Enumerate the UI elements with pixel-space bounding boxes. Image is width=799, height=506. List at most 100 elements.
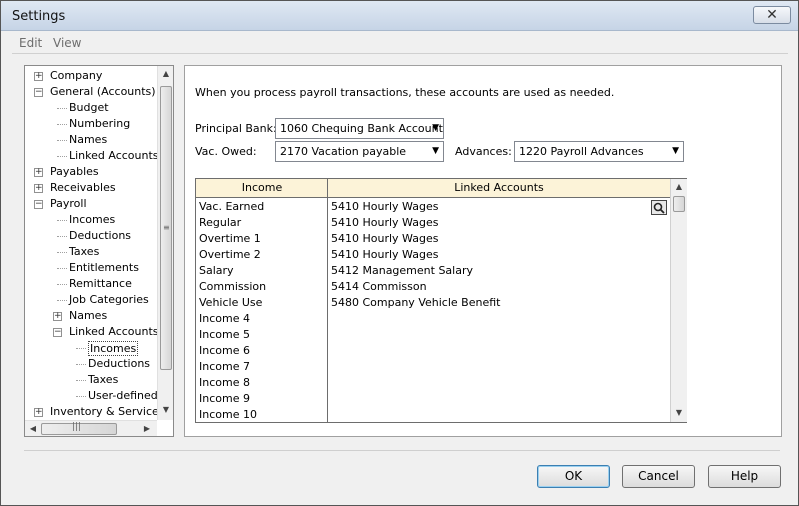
tree-connector: [57, 220, 67, 221]
linked-account-cell[interactable]: 5414 Commisson: [331, 279, 646, 295]
column-divider: [327, 179, 328, 422]
tree-item-label: Deductions: [69, 229, 132, 242]
scroll-right-arrow-icon[interactable]: ▶: [139, 421, 155, 436]
dropdown-arrow-icon: ▼: [672, 146, 679, 156]
tree-connector: [76, 364, 86, 365]
expand-icon[interactable]: +: [34, 72, 43, 81]
collapse-icon[interactable]: −: [34, 88, 43, 97]
scroll-up-arrow-icon[interactable]: ▲: [671, 179, 687, 195]
tree-item[interactable]: Names: [25, 132, 157, 148]
income-cell[interactable]: Vac. Earned: [199, 199, 325, 215]
column-header-linked-accounts[interactable]: Linked Accounts: [328, 179, 670, 198]
tree-item[interactable]: − General (Accounts): [25, 84, 157, 100]
tree-vertical-scrollbar[interactable]: ▲ ≡ ▼: [157, 66, 173, 420]
income-cell[interactable]: Overtime 1: [199, 231, 325, 247]
tree-item-label: Incomes: [69, 213, 116, 226]
linked-account-cell[interactable]: [331, 343, 646, 359]
income-cell[interactable]: Overtime 2: [199, 247, 325, 263]
income-cell[interactable]: Income 7: [199, 359, 325, 375]
tree-item[interactable]: Deductions: [25, 356, 157, 372]
expand-icon[interactable]: +: [34, 408, 43, 417]
tree-horizontal-scrollbar[interactable]: ◀ ||| ▶: [25, 420, 157, 436]
tree-item[interactable]: Incomes: [25, 340, 157, 356]
income-cell[interactable]: Income 10: [199, 407, 325, 423]
close-button[interactable]: ✕: [753, 6, 791, 24]
linked-account-cell[interactable]: [331, 311, 646, 327]
scroll-left-arrow-icon[interactable]: ◀: [25, 421, 41, 436]
menu-edit[interactable]: Edit: [19, 36, 42, 50]
linked-account-cell[interactable]: [331, 375, 646, 391]
tree-item[interactable]: + Company: [25, 68, 157, 84]
income-cell[interactable]: Vehicle Use: [199, 295, 325, 311]
column-header-income[interactable]: Income: [196, 179, 328, 198]
income-cell[interactable]: Income 8: [199, 375, 325, 391]
tree-item[interactable]: Entitlements: [25, 260, 157, 276]
tree-item-label: Taxes: [88, 373, 119, 386]
principal-bank-label: Principal Bank:: [195, 122, 277, 135]
tree-item[interactable]: + Inventory & Services: [25, 404, 165, 420]
linked-account-cell[interactable]: 5480 Company Vehicle Benefit: [331, 295, 646, 311]
collapse-icon[interactable]: −: [53, 328, 62, 337]
tree-connector: [57, 124, 67, 125]
tree-item[interactable]: Remittance: [25, 276, 157, 292]
tree-item[interactable]: − Payroll: [25, 196, 157, 212]
ok-button[interactable]: OK: [537, 465, 610, 488]
linked-account-cell[interactable]: 5410 Hourly Wages: [331, 231, 646, 247]
scroll-thumb[interactable]: ≡: [160, 86, 172, 370]
tree-item-label: Names: [69, 309, 108, 322]
principal-bank-select[interactable]: 1060 Chequing Bank Account ▼: [275, 118, 444, 139]
income-cell[interactable]: Regular: [199, 215, 325, 231]
tree-connector: [57, 236, 67, 237]
linked-account-cell[interactable]: [331, 327, 646, 343]
tree-item-label: Incomes: [88, 341, 139, 356]
scroll-up-arrow-icon[interactable]: ▲: [158, 66, 173, 82]
tree-item-label: Inventory & Services: [50, 405, 165, 418]
tree-item[interactable]: Deductions: [25, 228, 157, 244]
income-cell[interactable]: Income 4: [199, 311, 325, 327]
tree-item[interactable]: Job Categories: [25, 292, 157, 308]
tree-connector: [57, 156, 67, 157]
menu-view[interactable]: View: [53, 36, 81, 50]
lookup-icon[interactable]: [651, 200, 667, 215]
help-button[interactable]: Help: [708, 465, 781, 488]
collapse-icon[interactable]: −: [34, 200, 43, 209]
scroll-down-arrow-icon[interactable]: ▼: [671, 405, 687, 421]
tree-item[interactable]: + Payables: [25, 164, 157, 180]
income-cell[interactable]: Income 5: [199, 327, 325, 343]
footer-divider: [24, 450, 780, 451]
tree-item[interactable]: − Linked Accounts: [25, 324, 159, 340]
linked-account-cell[interactable]: [331, 359, 646, 375]
income-cell[interactable]: Salary: [199, 263, 325, 279]
linked-account-cell[interactable]: 5410 Hourly Wages: [331, 247, 646, 263]
tree-item[interactable]: Taxes: [25, 244, 157, 260]
scroll-down-arrow-icon[interactable]: ▼: [158, 402, 173, 418]
linked-account-cell[interactable]: 5410 Hourly Wages: [331, 215, 646, 231]
tree-item-label: Job Categories: [69, 293, 149, 306]
tree-item-label: Receivables: [50, 181, 116, 194]
linked-account-cell[interactable]: 5412 Management Salary: [331, 263, 646, 279]
advances-select[interactable]: 1220 Payroll Advances ▼: [514, 141, 684, 162]
cancel-button[interactable]: Cancel: [622, 465, 695, 488]
grid-vertical-scrollbar[interactable]: ▲ ▼: [670, 179, 687, 422]
tree-item[interactable]: + Receivables: [25, 180, 157, 196]
tree-item[interactable]: Linked Accounts: [25, 148, 159, 164]
tree-item[interactable]: User-defined E: [25, 388, 168, 404]
tree-item[interactable]: Incomes: [25, 212, 157, 228]
scroll-thumb[interactable]: [673, 196, 685, 212]
vac-owed-select[interactable]: 2170 Vacation payable ▼: [275, 141, 444, 162]
tree-item[interactable]: Numbering: [25, 116, 157, 132]
linked-account-cell[interactable]: [331, 407, 646, 423]
tree-item[interactable]: + Names: [25, 308, 157, 324]
linked-account-cell[interactable]: 5410 Hourly Wages: [331, 199, 646, 215]
income-cell[interactable]: Income 9: [199, 391, 325, 407]
expand-icon[interactable]: +: [53, 312, 62, 321]
income-cell[interactable]: Commission: [199, 279, 325, 295]
income-cell[interactable]: Income 6: [199, 343, 325, 359]
expand-icon[interactable]: +: [34, 184, 43, 193]
expand-icon[interactable]: +: [34, 168, 43, 177]
scroll-thumb[interactable]: |||: [41, 422, 117, 435]
tree-item[interactable]: Taxes: [25, 372, 157, 388]
linked-account-cell[interactable]: [331, 391, 646, 407]
tree-connector: [76, 348, 86, 349]
tree-item[interactable]: Budget: [25, 100, 157, 116]
